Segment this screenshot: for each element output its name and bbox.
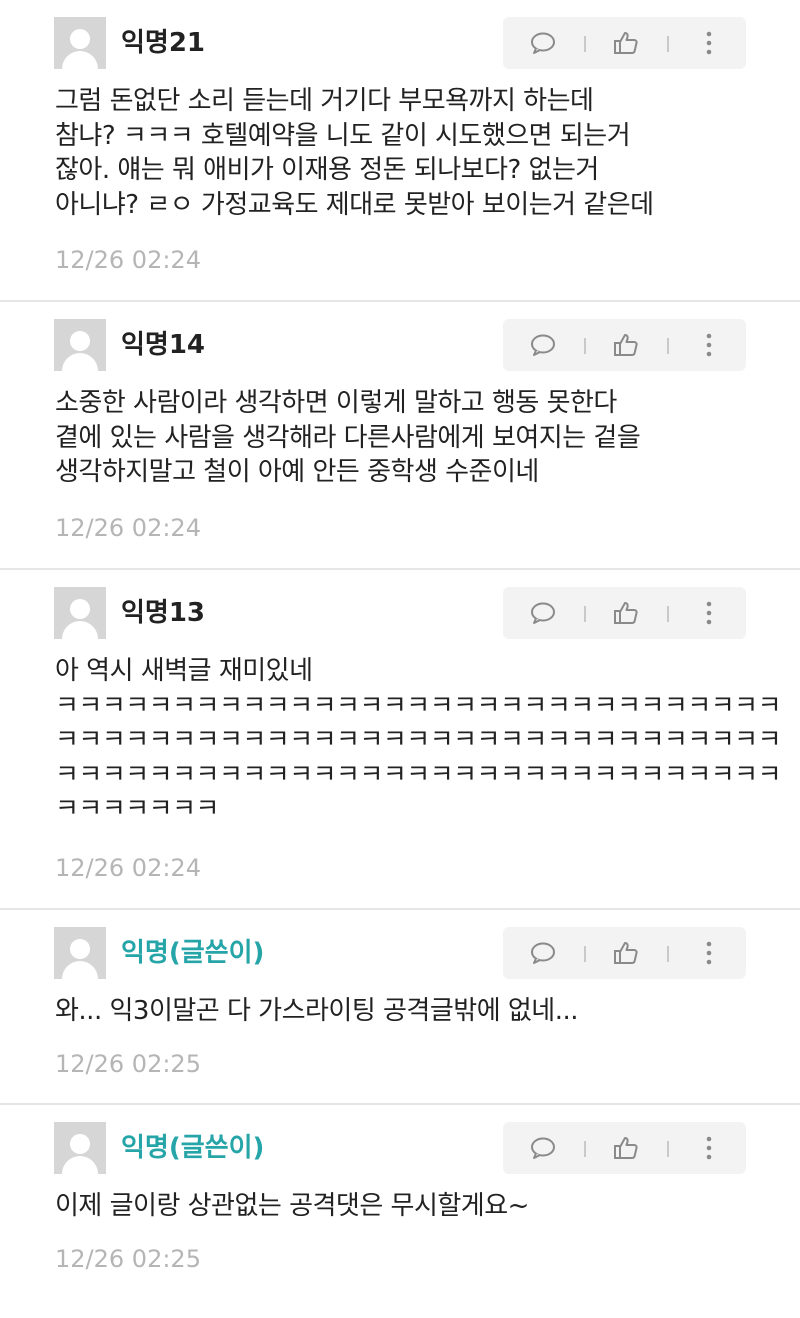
divider (667, 338, 669, 354)
like-button[interactable] (606, 587, 646, 639)
comment-line: ㅋㅋㅋㅋㅋㅋㅋ (55, 794, 219, 824)
divider (667, 36, 669, 52)
avatar (54, 587, 106, 639)
vertical-ellipsis-icon (706, 333, 712, 357)
comment-actions (503, 17, 746, 69)
vertical-ellipsis-icon (706, 1136, 712, 1160)
comment-line: 생각하지말고 철이 아예 안든 중학생 수준이네 (55, 457, 539, 487)
comment-item: 익명21 그럼 돈없단 소리 듣는데 거기다 부모욕까지 하는데 참냐? ㅋㅋㅋ… (0, 0, 800, 302)
reply-button[interactable] (523, 319, 563, 371)
comment-timestamp: 12/26 02:24 (55, 854, 201, 882)
divider (584, 36, 586, 52)
speech-bubble-icon (531, 32, 555, 54)
comment-body: 그럼 돈없단 소리 듣는데 거기다 부모욕까지 하는데참냐? ㅋㅋㅋ 호텔예약을… (55, 84, 755, 222)
comment-line: 곁에 있는 사람을 생각해라 다른사람에게 보여지는 겉을 (55, 422, 641, 453)
thumbs-up-icon (614, 1137, 638, 1159)
vertical-ellipsis-icon (706, 941, 712, 965)
reply-button[interactable] (523, 587, 563, 639)
thumbs-up-icon (614, 334, 638, 356)
vertical-ellipsis-icon (706, 31, 712, 55)
comment-timestamp: 12/26 02:24 (55, 246, 201, 274)
comment-item: 익명(글쓴이) (0, 910, 800, 1105)
more-button[interactable] (689, 587, 729, 639)
comment-line: 아 역시 새벽글 재미있네 (55, 656, 313, 686)
comment-author: 익명21 (121, 28, 206, 58)
comment-line: 참냐? ㅋㅋㅋ 호텔예약을 니도 같이 시도했으면 되는거 (55, 120, 631, 151)
thumbs-up-icon (614, 32, 638, 54)
vertical-ellipsis-icon (706, 601, 712, 625)
comment-body: 아 역시 새벽글 재미있네 ㅋㅋㅋㅋㅋㅋㅋㅋㅋㅋㅋㅋㅋㅋㅋㅋㅋㅋㅋㅋㅋㅋㅋㅋㅋㅋㅋ… (55, 654, 782, 827)
speech-bubble-icon (531, 942, 555, 964)
comment-actions (503, 1122, 746, 1174)
comment-line: 잖아. 얘는 뭐 애비가 이재용 정돈 되나보다? 없는거 (55, 155, 599, 185)
comment-line: 이제 글이랑 상관없는 공격댓은 무시할게요~ (55, 1191, 529, 1221)
reply-button[interactable] (523, 927, 563, 979)
avatar (54, 927, 106, 979)
comment-actions (503, 587, 746, 639)
comment-timestamp: 12/26 02:25 (55, 1050, 201, 1078)
divider (667, 946, 669, 962)
comment-body: 와... 익3이말곤 다 가스라이팅 공격글밖에 없네... (55, 994, 755, 1029)
comment-line: ㅋㅋㅋㅋㅋㅋㅋㅋㅋㅋㅋㅋㅋㅋㅋㅋㅋㅋㅋㅋㅋㅋㅋㅋㅋㅋㅋㅋㅋㅋㅋ (55, 690, 782, 721)
comment-line: 아니냐? ㄹㅇ 가정교육도 제대로 못받아 보이는거 같은데 (55, 189, 654, 220)
reply-button[interactable] (523, 17, 563, 69)
thumbs-up-icon (614, 942, 638, 964)
avatar (54, 17, 106, 69)
avatar (54, 319, 106, 371)
like-button[interactable] (606, 17, 646, 69)
like-button[interactable] (606, 319, 646, 371)
thumbs-up-icon (614, 602, 638, 624)
like-button[interactable] (606, 1122, 646, 1174)
comment-author: 익명13 (121, 598, 206, 628)
reply-button[interactable] (523, 1122, 563, 1174)
comment-body: 소중한 사람이라 생각하면 이렇게 말하고 행동 못한다곁에 있는 사람을 생각… (55, 386, 755, 490)
more-button[interactable] (689, 1122, 729, 1174)
speech-bubble-icon (531, 1137, 555, 1159)
comment-author: 익명(글쓴이) (121, 938, 265, 968)
comment-timestamp: 12/26 02:24 (55, 514, 201, 542)
comment-actions (503, 319, 746, 371)
comment-actions (503, 927, 746, 979)
comment-line: ㅋㅋㅋㅋㅋㅋㅋㅋㅋㅋㅋㅋㅋㅋㅋㅋㅋㅋㅋㅋㅋㅋㅋㅋㅋㅋㅋㅋㅋㅋㅋ (55, 725, 782, 755)
comment-item: 익명14 소중한 사람이라 생각하면 이렇게 말하고 행동 못한다 곁에 있는 … (0, 302, 800, 570)
more-button[interactable] (689, 319, 729, 371)
divider (584, 606, 586, 622)
divider (584, 946, 586, 962)
divider (584, 338, 586, 354)
comment-timestamp: 12/26 02:25 (55, 1245, 201, 1273)
comment-author: 익명(글쓴이) (121, 1133, 265, 1163)
comment-line: 와... 익3이말곤 다 가스라이팅 공격글밖에 없네... (55, 996, 579, 1026)
divider (667, 606, 669, 622)
divider (584, 1141, 586, 1157)
comment-line: 소중한 사람이라 생각하면 이렇게 말하고 행동 못한다 (55, 388, 617, 418)
more-button[interactable] (689, 17, 729, 69)
comment-item: 익명13 아 역시 새벽글 재미있네 ㅋㅋㅋㅋㅋㅋㅋㅋㅋㅋㅋㅋㅋㅋㅋㅋㅋㅋㅋㅋㅋ… (0, 570, 800, 910)
comment-line: ㅋㅋㅋㅋㅋㅋㅋㅋㅋㅋㅋㅋㅋㅋㅋㅋㅋㅋㅋㅋㅋㅋㅋㅋㅋㅋㅋㅋㅋㅋㅋ (55, 759, 782, 790)
avatar (54, 1122, 106, 1174)
comment-body: 이제 글이랑 상관없는 공격댓은 무시할게요~ (55, 1189, 755, 1224)
comment-item: 익명(글쓴이) (0, 1105, 800, 1318)
divider (667, 1141, 669, 1157)
speech-bubble-icon (531, 602, 555, 624)
comment-author: 익명14 (121, 330, 206, 360)
speech-bubble-icon (531, 334, 555, 356)
like-button[interactable] (606, 927, 646, 979)
more-button[interactable] (689, 927, 729, 979)
comment-line: 그럼 돈없단 소리 듣는데 거기다 부모욕까지 하는데 (55, 86, 594, 116)
